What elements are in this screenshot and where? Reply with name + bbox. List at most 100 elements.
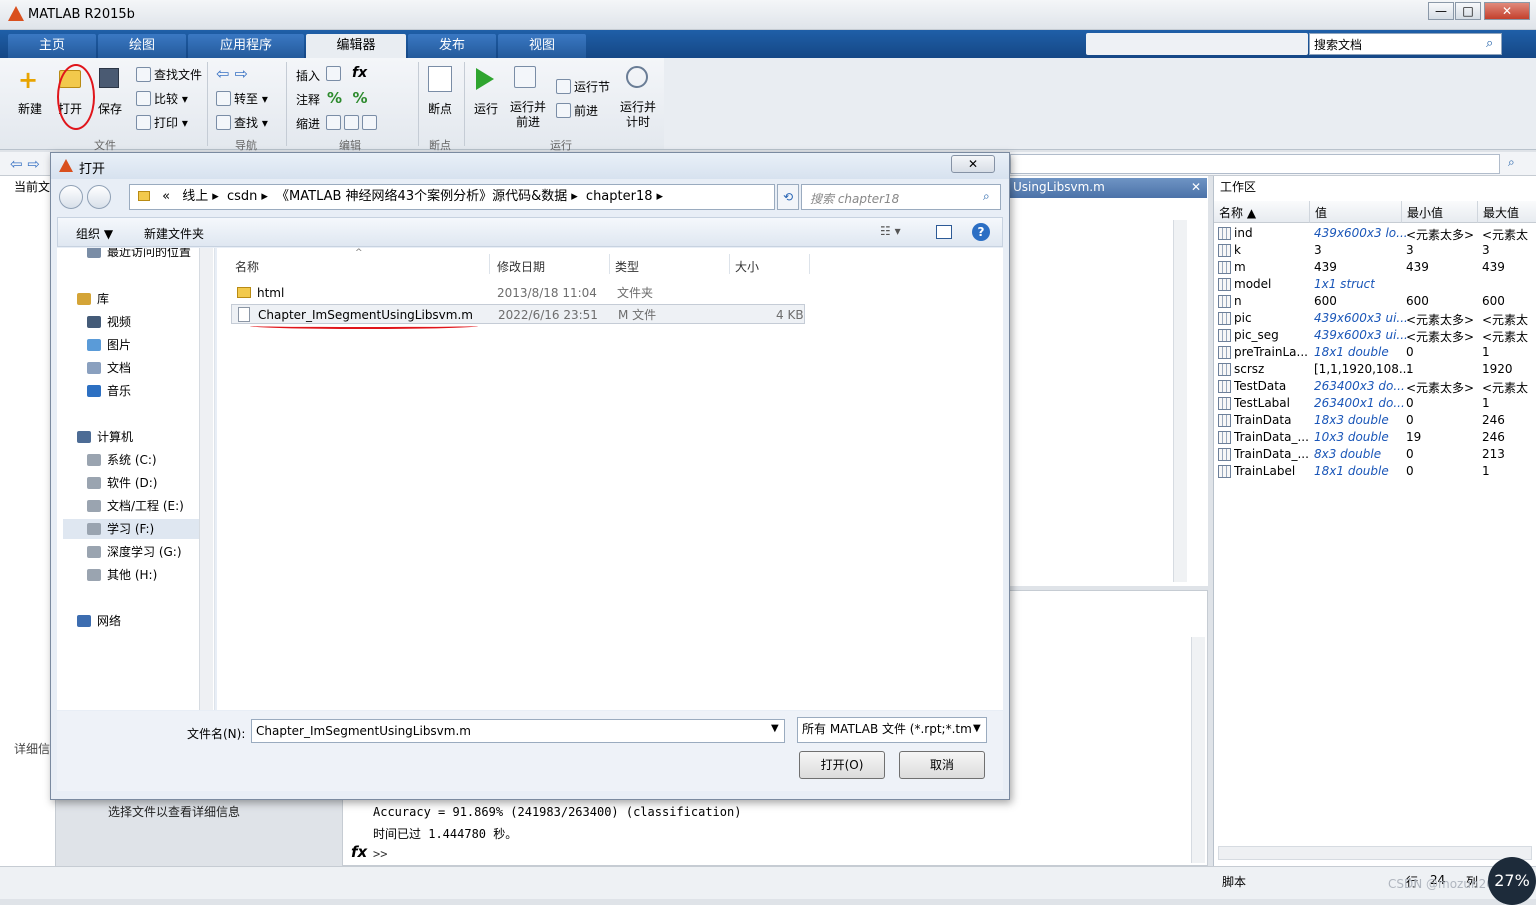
nav-item[interactable]: 视频: [87, 312, 214, 332]
folder-path-input[interactable]: [1010, 154, 1500, 174]
workspace-hscroll[interactable]: [1218, 846, 1532, 860]
ws-col-name[interactable]: 名称 ▲: [1214, 201, 1310, 223]
nav-item[interactable]: 库: [77, 289, 214, 309]
nav-item[interactable]: 音乐: [87, 381, 214, 401]
nav-item[interactable]: 文档: [87, 358, 214, 378]
chevron-down-icon[interactable]: ▼: [771, 723, 779, 734]
minimize-button[interactable]: —: [1428, 2, 1454, 20]
insert-section-icon[interactable]: [326, 66, 344, 81]
close-button[interactable]: ✕: [1484, 2, 1530, 20]
dialog-search-input[interactable]: 搜索 chapter18: [801, 184, 1001, 210]
folder-search-icon[interactable]: ⌕: [1508, 155, 1515, 170]
run-advance-button[interactable]: 运行并 前进: [510, 100, 546, 130]
run-button[interactable]: 运行: [474, 100, 498, 117]
search-icon[interactable]: ⌕: [983, 189, 990, 204]
percent-icon[interactable]: % %: [327, 89, 368, 107]
ws-col-value[interactable]: 值: [1310, 201, 1402, 223]
run-time-button[interactable]: 运行并 计时: [620, 100, 656, 130]
editor-scrollbar[interactable]: [1173, 220, 1187, 582]
print-button[interactable]: 打印 ▾: [136, 114, 188, 131]
table-row[interactable]: preTrainLa... 18x1 double 0 1: [1214, 344, 1536, 361]
advance-button[interactable]: 前进: [556, 102, 598, 119]
table-row[interactable]: pic 439x600x3 ui... <元素太多> <元素太: [1214, 310, 1536, 327]
nav-item[interactable]: 网络: [77, 611, 214, 631]
table-row[interactable]: TestData 263400x3 do... <元素太多> <元素太: [1214, 378, 1536, 395]
goto-button[interactable]: 转至 ▾: [216, 90, 268, 107]
maximize-button[interactable]: □: [1455, 2, 1481, 20]
table-row[interactable]: n 600 600 600: [1214, 293, 1536, 310]
indent-button[interactable]: 缩进: [296, 115, 320, 132]
comment-button[interactable]: 注释: [296, 91, 320, 108]
open-button[interactable]: 打开(O): [799, 751, 885, 779]
help-icon[interactable]: ?: [972, 223, 990, 241]
cancel-button[interactable]: 取消: [899, 751, 985, 779]
command-prompt[interactable]: >>: [373, 847, 387, 861]
tab-apps[interactable]: 应用程序: [188, 34, 304, 58]
editor-tab[interactable]: UsingLibsvm.m ✕: [1009, 178, 1207, 198]
compare-button[interactable]: 比较 ▾: [136, 90, 188, 107]
command-scrollbar[interactable]: [1191, 637, 1205, 863]
table-row[interactable]: TrainData 18x3 double 0 246: [1214, 412, 1536, 429]
nav-item[interactable]: 学习 (F:): [63, 519, 201, 539]
breadcrumb-item[interactable]: csdn: [227, 189, 257, 204]
find-files-button[interactable]: 查找文件: [136, 66, 202, 83]
table-row[interactable]: TrainLabel 18x1 double 0 1: [1214, 463, 1536, 480]
nav-item[interactable]: 深度学习 (G:): [87, 542, 214, 562]
fx-icon[interactable]: fx: [351, 843, 367, 861]
tab-editor[interactable]: 编辑器: [306, 34, 406, 58]
quick-access-toolbar[interactable]: [1086, 33, 1308, 55]
nav-item[interactable]: 最近访问的位置: [87, 248, 214, 262]
table-row[interactable]: pic_seg 439x600x3 ui... <元素太多> <元素太: [1214, 327, 1536, 344]
nav-back-icon[interactable]: ⇦ ⇨: [10, 155, 40, 173]
preview-pane-icon[interactable]: [936, 225, 952, 239]
fx-icon[interactable]: fx: [352, 65, 367, 81]
breadcrumb-overflow[interactable]: «: [162, 189, 170, 204]
find-button[interactable]: 查找 ▾: [216, 114, 268, 131]
new-folder-button[interactable]: 新建文件夹: [144, 225, 204, 242]
back-arrow-icon[interactable]: ⇦ ⇨: [216, 64, 248, 83]
nav-item[interactable]: 图片: [87, 335, 214, 355]
nav-item[interactable]: 其他 (H:): [87, 565, 214, 585]
search-docs-input[interactable]: 搜索文档: [1309, 33, 1502, 55]
tab-home[interactable]: 主页: [8, 34, 96, 58]
chevron-down-icon[interactable]: ▼: [973, 723, 981, 734]
table-row[interactable]: m 439 439 439: [1214, 259, 1536, 276]
view-options-icon[interactable]: ☷ ▾: [880, 224, 901, 238]
filetype-select[interactable]: 所有 MATLAB 文件 (*.rpt;*.tm: [797, 717, 987, 743]
close-icon[interactable]: ✕: [1191, 180, 1201, 194]
nav-scrollbar[interactable]: [199, 248, 213, 710]
back-button-icon[interactable]: [59, 185, 83, 209]
col-type-header[interactable]: 类型: [615, 258, 639, 275]
table-row[interactable]: model 1x1 struct: [1214, 276, 1536, 293]
search-icon[interactable]: ⌕: [1486, 36, 1493, 51]
filename-input[interactable]: Chapter_ImSegmentUsingLibsvm.m: [251, 719, 785, 743]
insert-button[interactable]: 插入: [296, 67, 320, 84]
col-name-header[interactable]: 名称: [235, 258, 259, 275]
table-row[interactable]: scrsz [1,1,1920,108... 1 1920: [1214, 361, 1536, 378]
table-row[interactable]: TestLabal 263400x1 do... 0 1: [1214, 395, 1536, 412]
indent-icon[interactable]: [326, 115, 380, 130]
run-section-button[interactable]: 运行节: [556, 78, 610, 95]
col-size-header[interactable]: 大小: [735, 258, 759, 275]
tab-plots[interactable]: 绘图: [98, 34, 186, 58]
organize-button[interactable]: 组织 ▼: [76, 225, 113, 242]
refresh-icon[interactable]: ⟲: [777, 184, 799, 210]
tab-view[interactable]: 视图: [498, 34, 586, 58]
nav-item[interactable]: 软件 (D:): [87, 473, 214, 493]
nav-item[interactable]: 计算机: [77, 427, 214, 447]
table-row[interactable]: k 3 3 3: [1214, 242, 1536, 259]
nav-item[interactable]: 文档/工程 (E:): [87, 496, 214, 516]
breadcrumb-item[interactable]: 《MATLAB 神经网络43个案例分析》源代码&数据: [276, 189, 567, 204]
table-row[interactable]: TrainData_... 10x3 double 19 246: [1214, 429, 1536, 446]
ws-col-min[interactable]: 最小值: [1402, 201, 1478, 223]
breadcrumb-item[interactable]: 线上: [182, 189, 208, 204]
nav-item[interactable]: 系统 (C:): [87, 450, 214, 470]
dialog-close-button[interactable]: ✕: [951, 155, 995, 173]
breadcrumb-item[interactable]: chapter18: [586, 189, 653, 204]
breadcrumb[interactable]: « 线上 ▸ csdn ▸ 《MATLAB 神经网络43个案例分析》源代码&数据 ▸ …: [129, 184, 775, 210]
new-button[interactable]: 新建: [18, 100, 42, 117]
table-row[interactable]: TrainData_... 8x3 double 0 213: [1214, 446, 1536, 463]
list-item[interactable]: html 2013/8/18 11:04 文件夹: [231, 283, 805, 303]
save-button[interactable]: 保存: [98, 100, 122, 117]
table-row[interactable]: ind 439x600x3 lo... <元素太多> <元素太: [1214, 225, 1536, 242]
